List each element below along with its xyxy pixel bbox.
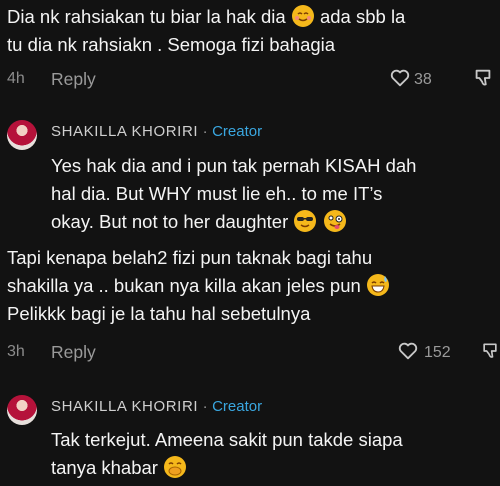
smiling-face-emoji-icon: [291, 5, 314, 27]
comment-1-line-2: tu dia nk rahsiakn . Semoga fizi bahagia: [7, 34, 336, 55]
hand-over-mouth-emoji-icon: [164, 456, 187, 478]
dislike-icon[interactable]: [472, 67, 494, 89]
comment-3-reply-button[interactable]: Reply: [51, 342, 96, 363]
comment-4-line-2: tanya khabar: [51, 454, 187, 482]
heart-icon[interactable]: [389, 67, 411, 89]
comment-3-line-2: shakilla ya .. bukan nya killa akan jele…: [7, 272, 390, 300]
avatar[interactable]: [7, 120, 37, 150]
comment-4-line-1: Tak terkejut. Ameena sakit pun takde sia…: [51, 429, 403, 450]
username[interactable]: SHAKILLA KHORIRI: [51, 398, 198, 415]
comment-1-line-1: Dia nk rahsiakan tu biar la hak dia ada …: [7, 5, 406, 27]
comment-2-line-1: Yes hak dia and i pun tak pernah KISAH d…: [51, 155, 417, 176]
comment-1-timestamp: 4h: [7, 70, 25, 87]
avatar[interactable]: [7, 395, 37, 425]
heart-icon[interactable]: [397, 340, 419, 362]
grinning-sweat-emoji-icon: [366, 274, 389, 296]
creator-badge: Creator: [212, 123, 263, 140]
comment-1-like-count: 38: [414, 71, 432, 88]
comment-2-line-3: okay. But not to her daughter: [51, 208, 347, 236]
comment-2-line-2: hal dia. But WHY must lie eh.. to me IT’…: [51, 183, 383, 204]
comment-2-author: SHAKILLA KHORIRI · Creator: [51, 123, 263, 140]
comment-3-like-count: 152: [424, 344, 451, 361]
creator-badge: Creator: [212, 398, 263, 415]
comment-1-reply-button[interactable]: Reply: [51, 69, 96, 90]
zany-face-emoji-icon: [323, 210, 346, 232]
comment-3-timestamp: 3h: [7, 343, 25, 360]
sunglasses-emoji-icon: [294, 210, 317, 232]
comment-3-line-1: Tapi kenapa belah2 fizi pun taknak bagi …: [7, 247, 373, 268]
comment-3-line-3: Pelikkk bagi je la tahu hal sebetulnya: [7, 303, 311, 324]
username[interactable]: SHAKILLA KHORIRI: [51, 123, 198, 140]
dislike-icon[interactable]: [480, 340, 500, 362]
comment-4-author: SHAKILLA KHORIRI · Creator: [51, 398, 263, 415]
